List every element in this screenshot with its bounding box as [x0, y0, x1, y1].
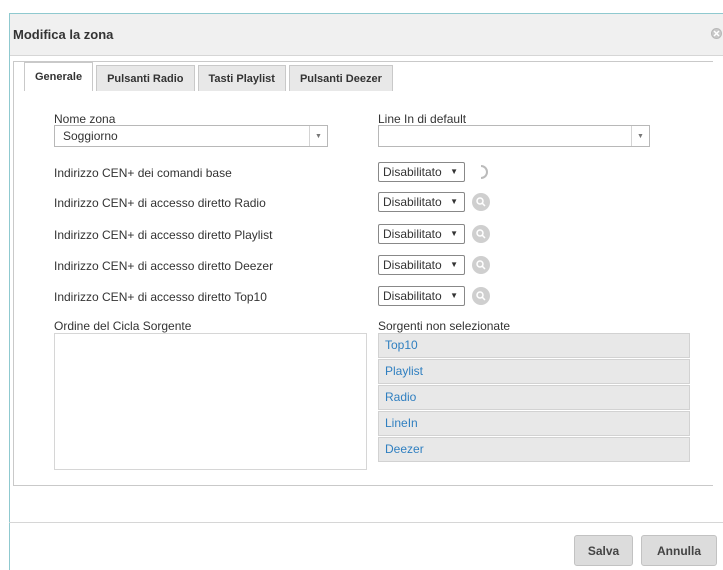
loading-spinner-icon [480, 165, 488, 179]
zone-name-value: Soggiorno [63, 129, 118, 143]
cen-radio-value: Disabilitato [383, 195, 442, 209]
line-in-label: Line In di default [378, 112, 467, 126]
cen-playlist-label: Indirizzo CEN+ di accesso diretto Playli… [54, 228, 273, 242]
search-icon[interactable] [472, 287, 490, 305]
tab-pulsanti-radio[interactable]: Pulsanti Radio [96, 65, 195, 91]
cen-top10-select[interactable]: Disabilitato ▼ [378, 286, 465, 306]
save-button-label: Salva [587, 543, 620, 558]
tab-generale[interactable]: Generale [24, 62, 94, 92]
caret-down-icon: ▼ [450, 229, 458, 238]
cen-base-select[interactable]: Disabilitato ▼ [378, 162, 465, 182]
unselected-sources-list: Top10 Playlist Radio LineIn Deezer [378, 333, 690, 463]
search-icon[interactable] [472, 225, 490, 243]
caret-down-icon: ▼ [450, 197, 458, 206]
cancel-button[interactable]: Annulla [641, 535, 717, 566]
tab-label: Generale [35, 71, 83, 83]
zone-name-select[interactable]: Soggiorno ▼ [54, 125, 328, 147]
cen-base-label: Indirizzo CEN+ dei comandi base [54, 166, 232, 180]
cen-playlist-value: Disabilitato [383, 227, 442, 241]
tab-pulsanti-deezer[interactable]: Pulsanti Deezer [288, 65, 393, 91]
chevron-down-icon: ▼ [309, 126, 327, 146]
dialog-title: Modifica la zona [13, 27, 114, 42]
cancel-button-label: Annulla [657, 543, 701, 558]
search-icon[interactable] [472, 256, 490, 274]
search-icon[interactable] [472, 193, 490, 211]
cen-radio-select[interactable]: Disabilitato ▼ [378, 192, 465, 212]
cen-deezer-value: Disabilitato [383, 258, 442, 272]
tab-label: Pulsanti Deezer [299, 72, 382, 85]
source-order-label: Ordine del Cicla Sorgente [54, 319, 192, 333]
tab-label: Pulsanti Radio [107, 72, 184, 85]
source-item-linein[interactable]: LineIn [378, 411, 690, 436]
line-in-select[interactable]: ▼ [378, 125, 650, 147]
source-order-list[interactable] [54, 333, 367, 470]
source-item-radio[interactable]: Radio [378, 385, 690, 410]
cen-radio-label: Indirizzo CEN+ di accesso diretto Radio [54, 196, 266, 210]
save-button[interactable]: Salva [574, 535, 633, 566]
tab-tasti-playlist[interactable]: Tasti Playlist [197, 65, 286, 91]
source-item-top10[interactable]: Top10 [378, 333, 690, 358]
caret-down-icon: ▼ [450, 291, 458, 300]
unselected-sources-label: Sorgenti non selezionate [378, 319, 511, 333]
source-item-deezer[interactable]: Deezer [378, 437, 690, 462]
cen-deezer-label: Indirizzo CEN+ di accesso diretto Deezer [54, 259, 274, 273]
chevron-down-icon: ▼ [631, 126, 649, 146]
caret-down-icon: ▼ [450, 260, 458, 269]
cen-deezer-select[interactable]: Disabilitato ▼ [378, 255, 465, 275]
caret-down-icon: ▼ [450, 167, 458, 176]
cen-playlist-select[interactable]: Disabilitato ▼ [378, 224, 465, 244]
dialog-titlebar: Modifica la zona [10, 14, 723, 56]
close-icon[interactable] [711, 28, 722, 39]
tab-bar: Generale Pulsanti Radio Tasti Playlist P… [24, 62, 393, 92]
tab-label: Tasti Playlist [208, 72, 275, 85]
cen-top10-value: Disabilitato [383, 289, 442, 303]
footer-divider [9, 522, 723, 523]
cen-top10-label: Indirizzo CEN+ di accesso diretto Top10 [54, 290, 267, 304]
source-item-playlist[interactable]: Playlist [378, 359, 690, 384]
zone-name-label: Nome zona [54, 112, 116, 126]
cen-base-value: Disabilitato [383, 165, 442, 179]
